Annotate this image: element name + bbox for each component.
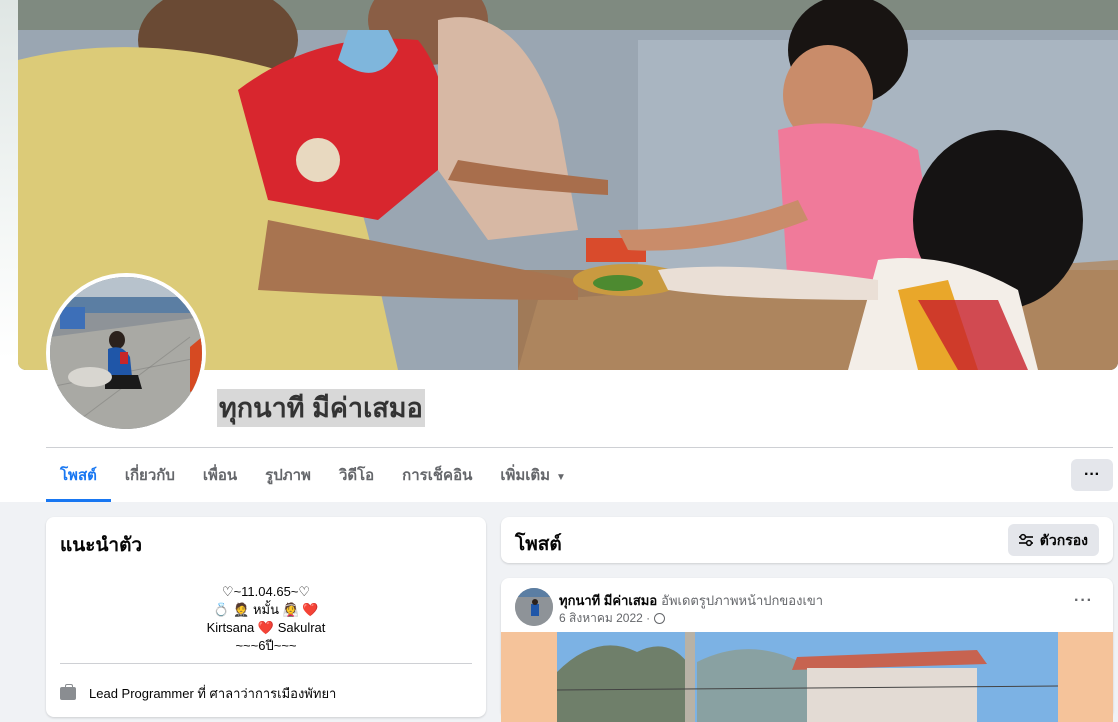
intro-title: แนะนำตัว <box>60 535 143 556</box>
more-options-button[interactable]: ··· <box>1071 459 1113 491</box>
bio-line: ~~~6ปี~~~ <box>235 638 297 653</box>
tab-more-label: เพิ่มเติม <box>500 467 551 484</box>
bio-line: Kirtsana ❤️ Sakulrat <box>206 620 326 635</box>
bio: ♡~11.04.65~♡ 💍 🤵 หมั้น 👰 ❤️ Kirtsana ❤️ … <box>46 583 486 655</box>
left-edge-strip <box>0 0 18 360</box>
profile-name: ทุกนาที มีค่าเสมอ <box>217 389 425 427</box>
tab-videos[interactable]: วิดีโอ <box>325 452 388 500</box>
post-action-text: อัพเดตรูปภาพหน้าปกของเขา <box>661 593 824 608</box>
tab-friends[interactable]: เพื่อน <box>189 452 251 500</box>
tab-about-label: เกี่ยวกับ <box>124 467 175 484</box>
tab-posts[interactable]: โพสต์ <box>46 452 111 502</box>
tab-posts-label: โพสต์ <box>60 467 97 484</box>
tab-more[interactable]: เพิ่มเติม ▼ <box>486 452 580 500</box>
intro-card: แนะนำตัว ♡~11.04.65~♡ 💍 🤵 หมั้น 👰 ❤️ Kir… <box>46 517 486 717</box>
post-header-text: ทุกนาที มีค่าเสมอ อัพเดตรูปภาพหน้าปกของเข… <box>559 590 823 611</box>
work-row: Lead Programmer ที่ ศาลาว่าการเมืองพัทยา <box>60 683 336 704</box>
tab-about[interactable]: เกี่ยวกับ <box>111 452 189 500</box>
filter-button[interactable]: ตัวกรอง <box>1007 524 1099 556</box>
tab-friends-label: เพื่อน <box>202 467 238 484</box>
bio-line: 💍 🤵 หมั้น 👰 ❤️ <box>213 602 319 617</box>
filter-label: ตัวกรอง <box>1039 532 1088 548</box>
posts-header-card: โพสต์ ตัวกรอง <box>501 517 1113 563</box>
post-photo <box>557 632 1058 722</box>
work-text: Lead Programmer ที่ ศาลาว่าการเมืองพัทยา <box>89 686 337 701</box>
post-meta: 6 สิงหาคม 2022 · <box>559 609 666 628</box>
post-card: ทุกนาที มีค่าเสมอ อัพเดตรูปภาพหน้าปกของเข… <box>501 578 1113 722</box>
post-options-icon[interactable]: ··· <box>1074 592 1093 610</box>
tab-photos[interactable]: รูปภาพ <box>251 452 325 500</box>
post-author-name[interactable]: ทุกนาที มีค่าเสมอ <box>559 593 657 608</box>
globe-icon <box>654 613 666 624</box>
tab-checkins-label: การเช็คอิน <box>402 467 473 484</box>
filter-icon <box>1018 533 1033 547</box>
avatar[interactable] <box>50 277 202 429</box>
header-divider <box>46 447 1113 448</box>
post-date[interactable]: 6 สิงหาคม 2022 · <box>559 609 650 628</box>
post-image[interactable] <box>501 632 1113 722</box>
profile-tabs: โพสต์ เกี่ยวกับ เพื่อน รูปภาพ วิดีโอ การ… <box>46 452 580 502</box>
bio-line: ♡~11.04.65~♡ <box>221 584 311 599</box>
caret-down-icon: ▼ <box>556 472 566 483</box>
tab-photos-label: รูปภาพ <box>265 467 311 484</box>
tab-checkins[interactable]: การเช็คอิน <box>388 452 486 500</box>
posts-title: โพสต์ <box>515 534 562 555</box>
ellipsis-icon: ··· <box>1084 466 1100 483</box>
briefcase-icon <box>60 684 76 700</box>
post-author-avatar[interactable] <box>515 588 553 626</box>
tab-videos-label: วิดีโอ <box>338 467 375 484</box>
intro-divider <box>60 663 472 664</box>
